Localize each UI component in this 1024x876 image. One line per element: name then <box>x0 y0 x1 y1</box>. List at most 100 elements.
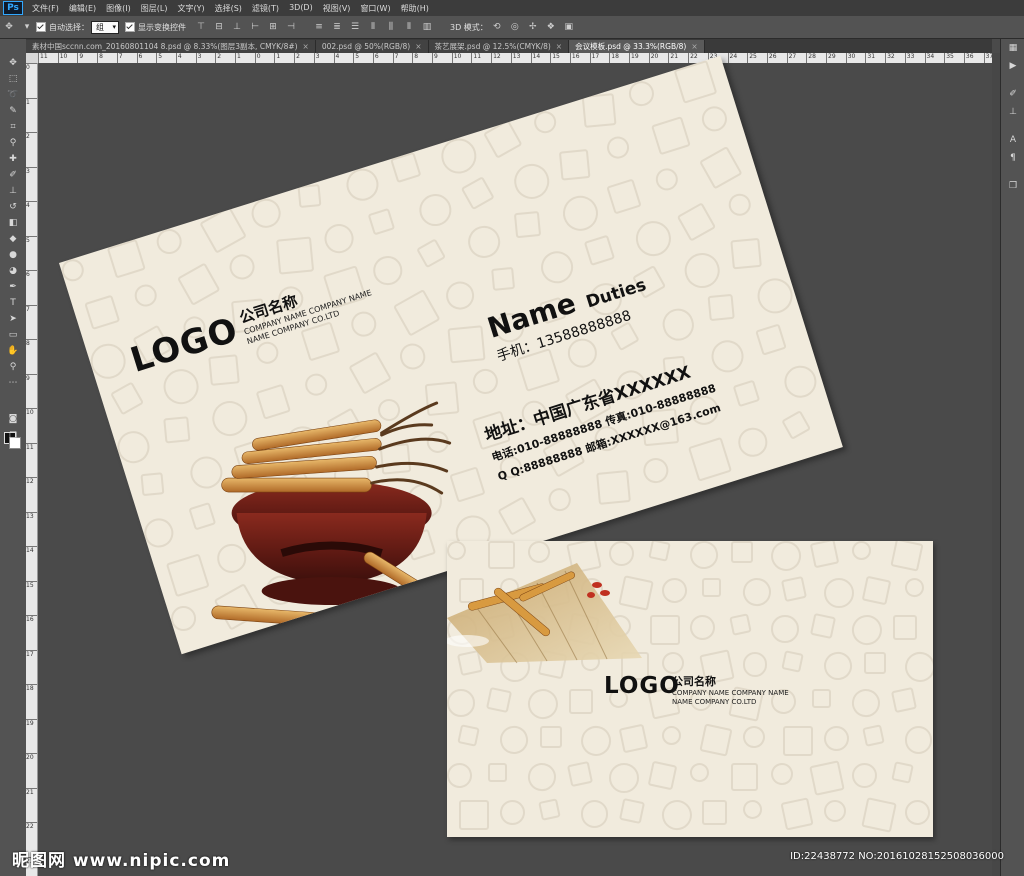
pen-icon[interactable]: ✒ <box>0 279 26 295</box>
clone-source-icon[interactable]: ⊥ <box>1001 103 1024 121</box>
menu-item[interactable]: 文件(F) <box>27 3 64 14</box>
dodge-icon[interactable]: ◕ <box>0 263 26 279</box>
show-transform-checkbox[interactable] <box>125 22 135 32</box>
actions-panel-icon[interactable]: ▶ <box>1001 57 1024 75</box>
brush-icon[interactable]: ✐ <box>0 167 26 183</box>
3d-rotate-icon[interactable]: ⟲ <box>491 21 503 33</box>
document-tab[interactable]: 会议模板.psd @ 33.3%(RGB/8) × <box>569 40 705 53</box>
menu-item[interactable]: 滤镜(T) <box>247 3 284 14</box>
vertical-ruler[interactable]: 0 1 2 3 4 5 6 7 8 9 10 11 12 13 14 15 16 17 18 19 20 21 22 23 <box>26 63 38 876</box>
close-icon[interactable]: × <box>415 42 421 51</box>
document-tab[interactable]: 茶艺展架.psd @ 12.5%(CMYK/8) × <box>428 40 570 53</box>
eyedropper-icon[interactable]: ⚲ <box>0 135 26 151</box>
fu-glyph <box>730 763 759 791</box>
menu-bar: Ps 文件(F) 编辑(E) 图像(I) 图层(L) 文字(Y) 选择(S) 滤镜(T) 3D… <box>0 0 1024 17</box>
vertical-scrollbar[interactable] <box>992 53 1000 876</box>
menu-item[interactable]: 文字(Y) <box>172 3 209 14</box>
brush-panel-icon[interactable]: ✐ <box>1001 85 1024 103</box>
fu-glyph <box>447 760 475 791</box>
clone-stamp-icon[interactable]: ⊥ <box>0 183 26 199</box>
fu-glyph <box>698 146 743 190</box>
chevron-down-icon[interactable]: ▾ <box>21 21 33 33</box>
show-transform-option[interactable]: 显示变换控件 <box>125 22 186 33</box>
align-center-icon[interactable]: ⊞ <box>267 21 279 33</box>
watermark-site: 昵图网 www.nipic.com <box>12 851 231 871</box>
menu-item[interactable]: 图层(L) <box>136 3 173 14</box>
3d-pan-icon[interactable]: ✢ <box>527 21 539 33</box>
auto-select-dropdown[interactable]: 组 <box>91 20 119 34</box>
distribute-bottom-icon[interactable]: ☰ <box>349 21 361 33</box>
screen-mode-icon[interactable]: ▢ <box>0 427 26 443</box>
close-icon[interactable]: × <box>691 42 697 51</box>
paragraph-panel-icon[interactable]: ¶ <box>1001 149 1024 167</box>
distribute-right-icon[interactable]: ⦀ <box>403 21 415 33</box>
eraser-icon[interactable]: ◧ <box>0 215 26 231</box>
fu-glyph <box>460 175 496 211</box>
auto-select-option[interactable]: 自动选择： 组 <box>36 20 119 34</box>
ruler-corner[interactable] <box>26 53 38 63</box>
ruler-tick-label: 10 <box>451 53 461 63</box>
history-brush-icon[interactable]: ↺ <box>0 199 26 215</box>
align-middle-icon[interactable]: ⊟ <box>213 21 225 33</box>
auto-align-icon[interactable]: ▥ <box>421 21 433 33</box>
3d-slide-icon[interactable]: ❖ <box>545 21 557 33</box>
fu-glyph <box>687 541 721 572</box>
distribute-top-icon[interactable]: ≡ <box>313 21 325 33</box>
3d-roll-icon[interactable]: ◎ <box>509 21 521 33</box>
ruler-tick-label: 11 <box>38 53 48 63</box>
crop-icon[interactable]: ⌗ <box>0 119 26 135</box>
path-select-icon[interactable]: ➤ <box>0 311 26 327</box>
distribute-center-icon[interactable]: ⫼ <box>385 21 397 33</box>
align-right-icon[interactable]: ⊣ <box>285 21 297 33</box>
fu-glyph <box>890 761 914 785</box>
menu-item[interactable]: 窗口(W) <box>355 3 395 14</box>
align-left-icon[interactable]: ⊢ <box>249 21 261 33</box>
ruler-tick-label: 15 <box>26 580 37 589</box>
close-icon[interactable]: × <box>303 42 309 51</box>
fu-glyph <box>581 93 616 129</box>
move-icon[interactable]: ✥ <box>0 55 26 71</box>
fu-glyph <box>780 797 814 831</box>
menu-item[interactable]: 图像(I) <box>101 3 136 14</box>
fu-glyph <box>649 615 680 646</box>
ruler-tick-label: 7 <box>116 53 123 63</box>
blur-icon[interactable]: ● <box>0 247 26 263</box>
fu-glyph <box>208 353 240 386</box>
menu-item[interactable]: 选择(S) <box>210 3 247 14</box>
history-panel-icon[interactable]: ▦ <box>1001 39 1024 57</box>
document-tab[interactable]: 002.psd @ 50%(RGB/8) × <box>315 40 429 53</box>
menu-item[interactable]: 编辑(E) <box>64 3 101 14</box>
fu-glyph <box>583 234 616 267</box>
rectangle-icon[interactable]: ▭ <box>0 327 26 343</box>
ruler-tick-label: 36 <box>963 53 974 63</box>
close-icon[interactable]: × <box>556 42 562 51</box>
document-tab[interactable]: 素材中国sccnn.com_20160801104 8.psd @ 8.33%(… <box>26 40 316 53</box>
menu-item[interactable]: 帮助(H) <box>396 3 434 14</box>
fu-glyph <box>771 615 799 643</box>
marquee-icon[interactable]: ⬚ <box>0 71 26 87</box>
3d-scale-icon[interactable]: ▣ <box>563 21 575 33</box>
3d-panel-icon[interactable]: ❒ <box>1001 177 1024 195</box>
fu-glyph <box>700 104 728 133</box>
distribute-left-icon[interactable]: ⫴ <box>367 21 379 33</box>
lasso-icon[interactable]: ➰ <box>0 87 26 103</box>
move-tool-icon[interactable]: ✥ <box>3 21 15 33</box>
fu-glyph <box>904 726 933 754</box>
quick-select-icon[interactable]: ✎ <box>0 103 26 119</box>
menu-item[interactable]: 3D(D) <box>284 3 318 14</box>
ruler-tick-label: 7 <box>392 53 398 63</box>
zoom-icon[interactable]: ⚲ <box>0 359 26 375</box>
business-card-back[interactable]: LOGO 公司名称 COMPANY NAME COMPANY NAME NAME… <box>447 541 933 837</box>
more-tools-icon[interactable]: ⋯ <box>0 375 26 391</box>
paint-bucket-icon[interactable]: ◆ <box>0 231 26 247</box>
align-top-icon[interactable]: ⊤ <box>195 21 207 33</box>
distribute-middle-icon[interactable]: ≣ <box>331 21 343 33</box>
hand-icon[interactable]: ✋ <box>0 343 26 359</box>
align-bottom-icon[interactable]: ⊥ <box>231 21 243 33</box>
healing-brush-icon[interactable]: ✚ <box>0 151 26 167</box>
quick-mask-icon[interactable]: ◙ <box>0 411 26 427</box>
character-panel-icon[interactable]: A <box>1001 131 1024 149</box>
type-icon[interactable]: T <box>0 295 26 311</box>
menu-item[interactable]: 视图(V) <box>318 3 356 14</box>
auto-select-checkbox[interactable] <box>36 22 46 32</box>
